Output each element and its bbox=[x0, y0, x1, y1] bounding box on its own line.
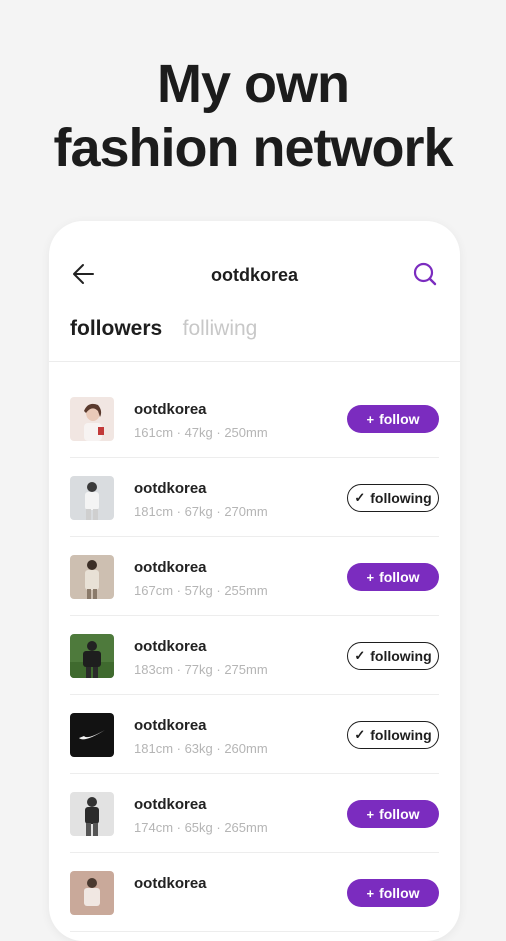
avatar bbox=[70, 713, 114, 757]
list-item[interactable]: ootdkorea 167cm · 57kg · 255mm + follow bbox=[70, 537, 439, 616]
check-icon: ✓ bbox=[354, 490, 366, 505]
follow-button[interactable]: + follow bbox=[347, 800, 439, 828]
page-title: ootdkorea bbox=[210, 265, 298, 285]
tab-bar: followers folliwing bbox=[70, 317, 273, 351]
avatar bbox=[70, 871, 114, 915]
user-name: ootdkorea bbox=[134, 480, 207, 497]
plus-icon: + bbox=[366, 806, 375, 822]
follow-button[interactable]: + follow bbox=[347, 563, 439, 591]
user-body-stats: 167cm · 57kg · 255mm bbox=[134, 583, 268, 598]
list-item[interactable]: ootdkorea 181cm · 67kg · 270mm ✓ followin… bbox=[70, 458, 439, 537]
headline-line-1: My own bbox=[157, 54, 350, 114]
button-label: following bbox=[370, 648, 432, 664]
search-icon[interactable] bbox=[412, 261, 438, 287]
check-icon: ✓ bbox=[354, 727, 366, 742]
user-name: ootdkorea bbox=[134, 401, 207, 418]
follow-button[interactable]: + follow bbox=[347, 879, 439, 907]
user-body-stats: 181cm · 63kg · 260mm bbox=[134, 741, 268, 756]
user-name: ootdkorea bbox=[134, 875, 207, 892]
following-button[interactable]: ✓ following bbox=[347, 642, 439, 670]
check-icon: ✓ bbox=[354, 648, 366, 663]
plus-icon: + bbox=[366, 885, 375, 901]
following-button[interactable]: ✓ following bbox=[347, 484, 439, 512]
button-label: follow bbox=[379, 885, 420, 901]
user-body-stats: 174cm · 65kg · 265mm bbox=[134, 820, 268, 835]
list-item[interactable]: ootdkorea 183cm · 77kg · 275mm ✓ followin… bbox=[70, 616, 439, 695]
headline-line-2: fashion network bbox=[53, 118, 453, 178]
tab-following[interactable]: folliwing bbox=[183, 317, 258, 341]
button-label: following bbox=[370, 490, 432, 506]
phone-screen-card: ootdkorea followers folliwing ootdkorea … bbox=[49, 221, 460, 941]
user-body-stats: 181cm · 67kg · 270mm bbox=[134, 504, 268, 519]
button-label: follow bbox=[379, 569, 420, 585]
divider bbox=[49, 361, 460, 362]
user-name: ootdkorea bbox=[134, 796, 207, 813]
avatar bbox=[70, 397, 114, 441]
plus-icon: + bbox=[366, 569, 375, 585]
tab-followers[interactable]: followers bbox=[70, 317, 162, 341]
button-label: follow bbox=[379, 806, 420, 822]
follow-button[interactable]: + follow bbox=[347, 405, 439, 433]
user-name: ootdkorea bbox=[134, 717, 207, 734]
avatar bbox=[70, 555, 114, 599]
list-item[interactable]: ootdkorea 161cm · 47kg · 250mm + follow bbox=[70, 379, 439, 458]
list-item[interactable]: ootdkorea + follow bbox=[70, 853, 439, 932]
avatar bbox=[70, 792, 114, 836]
list-item[interactable]: ootdkorea 181cm · 63kg · 260mm ✓ followin… bbox=[70, 695, 439, 774]
user-list: ootdkorea 161cm · 47kg · 250mm + follow o… bbox=[70, 379, 439, 932]
avatar bbox=[70, 476, 114, 520]
user-name: ootdkorea bbox=[134, 638, 207, 655]
plus-icon: + bbox=[366, 411, 375, 427]
user-name: ootdkorea bbox=[134, 559, 207, 576]
button-label: follow bbox=[379, 411, 420, 427]
user-body-stats: 183cm · 77kg · 275mm bbox=[134, 662, 268, 677]
user-body-stats: 161cm · 47kg · 250mm bbox=[134, 425, 268, 440]
following-button[interactable]: ✓ following bbox=[347, 721, 439, 749]
top-bar: ootdkorea bbox=[49, 221, 460, 321]
list-item[interactable]: ootdkorea 174cm · 65kg · 265mm + follow bbox=[70, 774, 439, 853]
avatar bbox=[70, 634, 114, 678]
headline: My own fashion network bbox=[0, 52, 506, 180]
button-label: following bbox=[370, 727, 432, 743]
